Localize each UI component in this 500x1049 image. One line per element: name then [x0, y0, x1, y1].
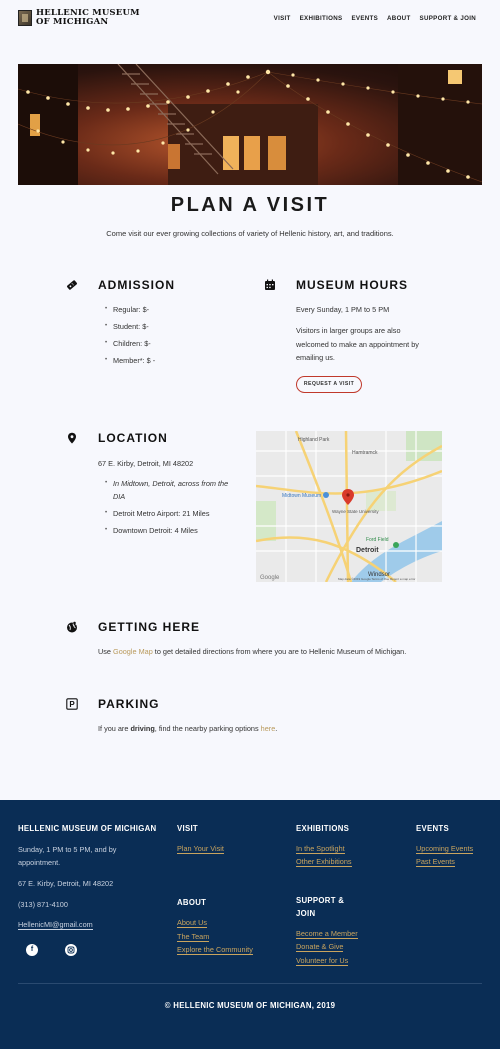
- nav-events[interactable]: EVENTS: [351, 15, 378, 22]
- page-title: PLAN A VISIT: [170, 194, 330, 216]
- footer-link-become-member[interactable]: Become a Member: [296, 929, 358, 939]
- parking-here-link[interactable]: here: [261, 724, 276, 733]
- location-address: 67 E. Kirby, Detroit, MI 48202: [98, 459, 194, 468]
- footer-link-other-exhibitions[interactable]: Other Exhibitions: [296, 857, 352, 867]
- museum-hours-title: MUSEUM HOURS: [296, 278, 409, 292]
- hours-schedule: Every Sunday, 1 PM to 5 PM: [296, 305, 390, 314]
- getting-here-post: to get detailed directions from where yo…: [152, 647, 407, 656]
- footer-events-title: EVENTS: [416, 824, 449, 833]
- site-logo[interactable]: HELLENIC MUSEUM OF MICHIGAN: [18, 9, 140, 26]
- logo-emblem-icon: [18, 9, 32, 26]
- map-label-ford-field: Ford Field: [366, 537, 389, 543]
- map-label-hamtramck: Hamtramck: [352, 450, 378, 456]
- parking-title: PARKING: [98, 697, 160, 711]
- footer-exhibitions-title: EXHIBITIONS: [296, 824, 350, 833]
- admission-title: ADMISSION: [98, 278, 176, 292]
- footer-link-plan-visit[interactable]: Plan Your Visit: [177, 844, 224, 854]
- footer-link-community[interactable]: Explore the Community: [177, 945, 253, 955]
- parking-icon: P: [66, 697, 78, 710]
- footer-hours-line-2: appointment.: [18, 858, 61, 867]
- footer-link-spotlight[interactable]: In the Spotlight: [296, 844, 345, 854]
- location-midtown-line-1: In Midtown, Detroit, across from the: [105, 478, 228, 489]
- footer-about-title: ABOUT: [177, 898, 207, 907]
- hours-groups-line-2: welcomed to make an appointment by: [296, 340, 419, 349]
- footer-support-title-line-1: SUPPORT &: [296, 896, 345, 905]
- map-pin-icon: [66, 431, 78, 444]
- footer-link-upcoming-events[interactable]: Upcoming Events: [416, 844, 474, 854]
- nav-exhibitions[interactable]: EXHIBITIONS: [300, 15, 343, 22]
- logo-text: HELLENIC MUSEUM OF MICHIGAN: [36, 9, 140, 26]
- map-google-logo: Google: [260, 575, 280, 581]
- admission-student: Student: $-: [105, 321, 149, 332]
- map-label-midtown-museum: Midtown Museum: [282, 493, 321, 499]
- main-nav: VISIT EXHIBITIONS EVENTS ABOUT SUPPORT &…: [274, 15, 476, 22]
- admission-member: Member*: $ -: [105, 355, 155, 366]
- getting-here-pre: Use: [98, 647, 114, 656]
- svg-text:P: P: [69, 700, 75, 709]
- footer-email[interactable]: HellenicMI@gmail.com: [18, 920, 93, 930]
- hero-image: [18, 64, 482, 185]
- nav-about[interactable]: ABOUT: [387, 15, 411, 22]
- getting-here-title: GETTING HERE: [98, 620, 201, 634]
- logo-line-2: OF MICHIGAN: [36, 16, 109, 27]
- globe-directions-icon: [66, 620, 78, 633]
- map-label-wayne-state: Wayne State University: [332, 509, 379, 514]
- parking-bold: driving: [130, 724, 155, 733]
- footer-phone: (313) 871-4100: [18, 900, 68, 909]
- parking-post: .: [275, 724, 278, 733]
- admission-regular: Regular: $-: [105, 304, 149, 315]
- footer-copyright: © HELLENIC MUSEUM OF MICHIGAN, 2019: [164, 1001, 336, 1010]
- nav-visit[interactable]: VISIT: [274, 15, 291, 22]
- footer-link-donate[interactable]: Donate & Give: [296, 942, 344, 952]
- page-intro: Come visit our ever growing collections …: [106, 229, 394, 238]
- google-map-link[interactable]: Google Map: [113, 647, 153, 656]
- hours-groups-line-3: emailing us.: [296, 353, 335, 362]
- location-map[interactable]: Highland Park Hamtramck Midtown Museum W…: [256, 431, 442, 582]
- location-title: LOCATION: [98, 431, 168, 445]
- request-visit-button[interactable]: REQUEST A VISIT: [296, 376, 362, 393]
- location-airport: Detroit Metro Airport: 21 Miles: [105, 508, 209, 519]
- map-attribution[interactable]: Map data ©2019 Google Terms of Use Repor…: [338, 577, 415, 581]
- getting-here-text: Use Google Map to get detailed direction…: [98, 646, 406, 657]
- parking-pre: If you are: [98, 724, 131, 733]
- ticket-icon: [66, 278, 78, 290]
- calendar-icon: [264, 278, 276, 290]
- footer-org-title: HELLENIC MUSEUM OF MICHIGAN: [18, 824, 157, 833]
- footer-link-volunteer[interactable]: Volunteer for Us: [296, 956, 349, 966]
- map-label-detroit: Detroit: [356, 547, 379, 554]
- parking-mid: , find the nearby parking options: [154, 724, 261, 733]
- footer-hours-line-1: Sunday, 1 PM to 5 PM, and by: [18, 845, 117, 854]
- admission-children: Children: $-: [105, 338, 151, 349]
- facebook-icon[interactable]: f: [26, 944, 38, 956]
- footer-visit-title: VISIT: [177, 824, 198, 833]
- footer-link-team[interactable]: The Team: [177, 932, 210, 942]
- footer-address: 67 E. Kirby, Detroit, MI 48202: [18, 879, 114, 888]
- footer-support-title-line-2: JOIN: [296, 909, 316, 918]
- footer-link-past-events[interactable]: Past Events: [416, 857, 455, 867]
- footer-divider: [18, 983, 482, 984]
- hours-groups-line-1: Visitors in larger groups are also: [296, 326, 401, 335]
- site-header: HELLENIC MUSEUM OF MICHIGAN VISIT EXHIBI…: [0, 0, 500, 40]
- location-midtown-line-2: DIA: [113, 492, 126, 501]
- parking-text: If you are driving, find the nearby park…: [98, 723, 277, 734]
- instagram-icon[interactable]: [65, 944, 77, 956]
- map-label-highland-park: Highland Park: [298, 437, 330, 443]
- location-downtown: Downtown Detroit: 4 Miles: [105, 525, 198, 536]
- nav-support-join[interactable]: SUPPORT & JOIN: [420, 15, 476, 22]
- footer-link-about-us[interactable]: About Us: [177, 918, 208, 928]
